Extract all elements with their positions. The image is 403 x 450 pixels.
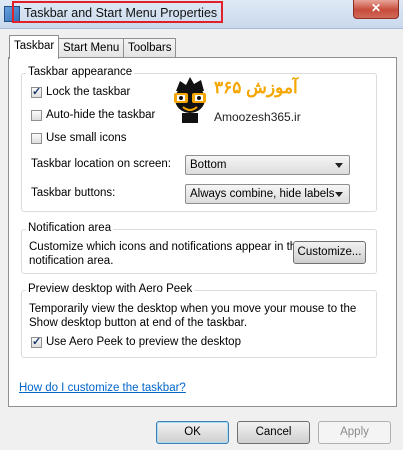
buttons-label: Taskbar buttons: — [31, 187, 116, 199]
customize-button-label: Customize... — [297, 246, 362, 258]
tab-taskbar-label: Taskbar — [14, 40, 55, 52]
lock-taskbar-checkbox[interactable]: ✓ — [31, 86, 42, 98]
watermark-logo-icon — [174, 77, 206, 123]
autohide-label: Auto-hide the taskbar — [46, 109, 156, 121]
watermark-url: Amoozesh365.ir — [214, 110, 301, 124]
ok-button-label: OK — [184, 426, 201, 438]
autohide-checkbox[interactable] — [31, 110, 42, 121]
tab-toolbars[interactable]: Toolbars — [123, 38, 177, 58]
group-legend-appearance: Taskbar appearance — [26, 66, 135, 78]
buttons-value: Always combine, hide labels — [190, 188, 335, 200]
tab-start-menu[interactable]: Start Menu — [58, 38, 125, 58]
small-icons-checkbox[interactable] — [31, 133, 42, 144]
aero-peek-label: Use Aero Peek to preview the desktop — [46, 336, 241, 348]
close-icon: ✕ — [370, 1, 382, 15]
location-label: Taskbar location on screen: — [31, 158, 171, 170]
ok-button[interactable]: OK — [156, 421, 229, 444]
group-legend-notification: Notification area — [26, 222, 114, 234]
tab-start-menu-label: Start Menu — [63, 42, 120, 54]
watermark-brand-text: آموزش ۳۶۵ — [214, 78, 298, 97]
check-mark-icon: ✓ — [32, 336, 42, 348]
aero-peek-checkbox[interactable]: ✓ — [31, 336, 42, 348]
window-title: Taskbar and Start Menu Properties — [24, 6, 218, 20]
aero-peek-description-2: Show desktop button at end of the taskba… — [29, 317, 248, 329]
tab-taskbar[interactable]: Taskbar — [9, 35, 60, 59]
help-link[interactable]: How do I customize the taskbar? — [19, 382, 186, 394]
chevron-down-icon — [335, 192, 343, 197]
close-button[interactable]: ✕ — [353, 0, 399, 19]
notification-description-2: notification area. — [29, 255, 114, 267]
check-mark-icon: ✓ — [32, 86, 42, 98]
tab-toolbars-label: Toolbars — [128, 42, 172, 54]
chevron-down-icon — [335, 163, 343, 168]
group-legend-aero-peek: Preview desktop with Aero Peek — [26, 283, 195, 295]
apply-button-label: Apply — [340, 426, 369, 438]
small-icons-label: Use small icons — [46, 132, 127, 144]
buttons-select[interactable]: Always combine, hide labels — [185, 184, 350, 204]
apply-button[interactable]: Apply — [318, 421, 391, 444]
cancel-button[interactable]: Cancel — [237, 421, 310, 444]
location-select[interactable]: Bottom — [185, 155, 350, 175]
watermark-brand: آموزش ۳۶۵ — [214, 78, 364, 100]
cancel-button-label: Cancel — [255, 426, 292, 438]
location-value: Bottom — [190, 159, 227, 171]
lock-taskbar-label: Lock the taskbar — [46, 86, 131, 98]
aero-peek-description-1: Temporarily view the desktop when you mo… — [29, 303, 357, 315]
title-highlight-box: Taskbar and Start Menu Properties — [12, 1, 223, 23]
title-bar: Taskbar and Start Menu Properties ✕ — [0, 0, 403, 29]
customize-button[interactable]: Customize... — [293, 241, 366, 264]
notification-description-1: Customize which icons and notifications … — [29, 241, 303, 253]
